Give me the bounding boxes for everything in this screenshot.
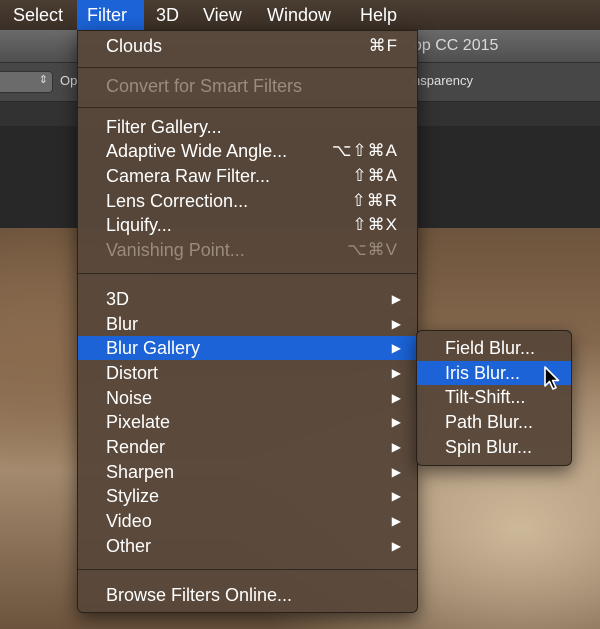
submenu-arrow-icon: ▶	[391, 440, 401, 454]
submenu-arrow-icon: ▶	[391, 415, 401, 429]
menu-item-distort[interactable]: Distort ▶	[78, 361, 417, 385]
menu-item-label: Other	[106, 536, 152, 556]
menu-item-label: Liquify...	[106, 215, 172, 235]
menu-item-field-blur[interactable]: Field Blur...	[417, 336, 571, 360]
menu-item-label: Tilt-Shift...	[445, 387, 526, 407]
menu-item-label: Path Blur...	[445, 412, 534, 432]
app-title: op CC 2015	[413, 37, 499, 54]
shortcut-label: ⇧⌘R	[351, 191, 398, 210]
menu-item-label: Browse Filters Online...	[106, 585, 293, 605]
submenu-arrow-icon: ▶	[391, 514, 401, 528]
menu-item-label: Field Blur...	[445, 338, 536, 358]
shortcut-label: ⌥⇧⌘A	[331, 141, 398, 160]
blur-gallery-submenu: Field Blur... Iris Blur... Tilt-Shift...…	[416, 330, 572, 466]
menu-item-3d[interactable]: 3D ▶	[78, 287, 417, 311]
menu-separator	[78, 569, 417, 571]
menu-item-render[interactable]: Render ▶	[78, 435, 417, 459]
menu-item-label: Lens Correction...	[106, 191, 249, 211]
menu-item-convert-smart-filters: Convert for Smart Filters	[78, 74, 417, 98]
options-dropdown[interactable]: ⇕	[0, 71, 53, 93]
menu-item-vanishing-point: Vanishing Point... ⌥⌘V	[78, 238, 417, 262]
menu-item-sharpen[interactable]: Sharpen ▶	[78, 460, 417, 484]
menu-item-spin-blur[interactable]: Spin Blur...	[417, 435, 571, 459]
shortcut-label: ⇧⌘A	[352, 166, 398, 185]
menu-item-blur-gallery[interactable]: Blur Gallery ▶	[78, 336, 417, 360]
shortcut-label: ⌘F	[368, 36, 398, 55]
submenu-arrow-icon: ▶	[391, 317, 401, 331]
submenu-arrow-icon: ▶	[391, 539, 401, 553]
menu-bar: Select Filter 3D View Window Help	[0, 0, 600, 30]
menu-item-label: Adaptive Wide Angle...	[106, 141, 288, 161]
submenu-arrow-icon: ▶	[391, 341, 401, 355]
menu-item-browse-filters-online[interactable]: Browse Filters Online...	[78, 583, 417, 607]
submenu-arrow-icon: ▶	[391, 391, 401, 405]
menu-item-label: Video	[106, 511, 152, 531]
arrow-pointer-icon	[544, 366, 560, 390]
menu-view[interactable]: View	[193, 0, 252, 30]
menu-item-label: Render	[106, 437, 166, 457]
submenu-arrow-icon: ▶	[391, 292, 401, 306]
menu-item-noise[interactable]: Noise ▶	[78, 386, 417, 410]
menu-item-other[interactable]: Other ▶	[78, 534, 417, 558]
transparency-label: nsparency	[413, 73, 473, 88]
menu-item-label: Vanishing Point...	[106, 240, 245, 260]
menu-item-label: Sharpen	[106, 462, 175, 482]
menu-item-label: Camera Raw Filter...	[106, 166, 271, 186]
menu-item-liquify[interactable]: Liquify... ⇧⌘X	[78, 213, 417, 237]
dropdown-arrow-icon: ⇕	[38, 74, 48, 86]
menu-item-label: Iris Blur...	[445, 363, 521, 383]
menu-select[interactable]: Select	[3, 0, 73, 30]
menu-item-adaptive-wide-angle[interactable]: Adaptive Wide Angle... ⌥⇧⌘A	[78, 139, 417, 163]
submenu-arrow-icon: ▶	[391, 366, 401, 380]
menu-item-filter-gallery[interactable]: Filter Gallery...	[78, 115, 417, 139]
menu-item-label: Filter Gallery...	[106, 117, 222, 137]
menu-3d[interactable]: 3D	[146, 0, 189, 30]
menu-filter[interactable]: Filter	[77, 0, 144, 30]
submenu-arrow-icon: ▶	[391, 465, 401, 479]
menu-separator	[78, 273, 417, 275]
shortcut-label: ⇧⌘X	[352, 215, 398, 234]
menu-item-label: Stylize	[106, 486, 160, 506]
menu-item-clouds[interactable]: Clouds ⌘F	[78, 34, 417, 58]
submenu-arrow-icon: ▶	[391, 489, 401, 503]
menu-item-label: Blur Gallery	[106, 338, 201, 358]
menu-item-label: Clouds	[106, 36, 163, 56]
shortcut-label: ⌥⌘V	[347, 240, 398, 259]
menu-item-lens-correction[interactable]: Lens Correction... ⇧⌘R	[78, 189, 417, 213]
menu-item-path-blur[interactable]: Path Blur...	[417, 410, 571, 434]
menu-item-label: Pixelate	[106, 412, 171, 432]
menu-separator	[78, 67, 417, 69]
options-label: Op	[60, 73, 78, 88]
menu-item-label: Convert for Smart Filters	[106, 76, 303, 96]
menu-item-video[interactable]: Video ▶	[78, 509, 417, 533]
menu-item-pixelate[interactable]: Pixelate ▶	[78, 410, 417, 434]
menu-item-label: Distort	[106, 363, 159, 383]
menu-item-label: Spin Blur...	[445, 437, 533, 457]
menu-window[interactable]: Window	[257, 0, 341, 30]
menu-item-blur[interactable]: Blur ▶	[78, 312, 417, 336]
menu-item-camera-raw[interactable]: Camera Raw Filter... ⇧⌘A	[78, 164, 417, 188]
menu-item-label: Blur	[106, 314, 139, 334]
menu-item-label: 3D	[106, 289, 130, 309]
menu-separator	[78, 107, 417, 109]
menu-item-label: Noise	[106, 388, 153, 408]
filter-menu: Clouds ⌘F Convert for Smart Filters Filt…	[77, 30, 418, 613]
menu-help[interactable]: Help	[350, 0, 407, 30]
menu-item-stylize[interactable]: Stylize ▶	[78, 484, 417, 508]
